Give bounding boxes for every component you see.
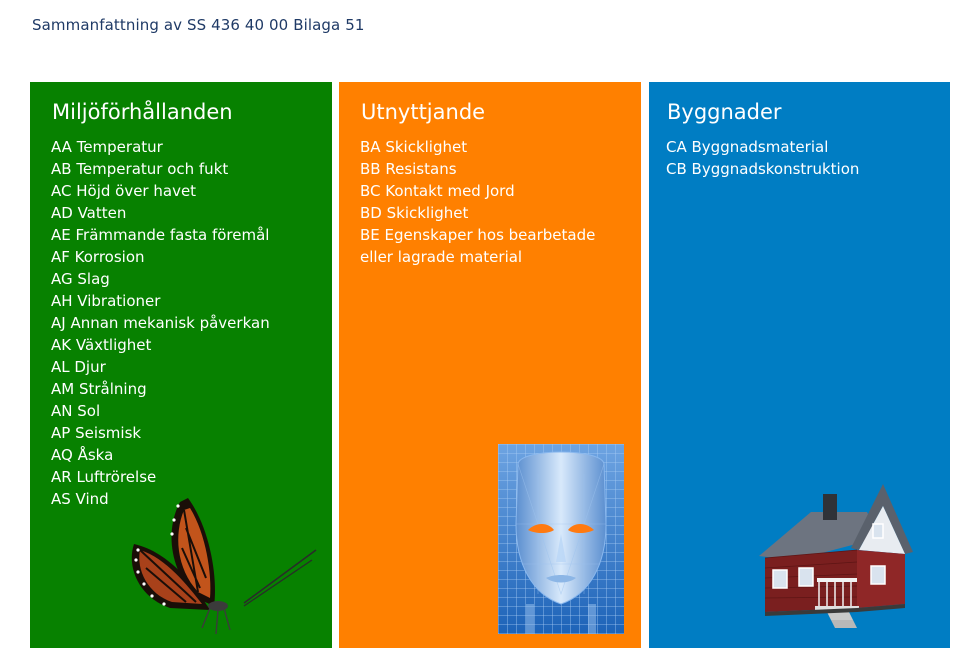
list-item: AA Temperatur [51, 138, 163, 156]
list-item: AH Vibrationer [51, 292, 161, 310]
list-item: AE Främmande fasta föremål [51, 226, 270, 244]
page-title: Sammanfattning av SS 436 40 00 Bilaga 51 [32, 16, 365, 34]
butterfly-illustration [131, 498, 317, 635]
list-item: BC Kontakt med Jord [360, 182, 515, 200]
panel-heading: Miljöförhållanden [52, 100, 233, 124]
list-item: AB Temperatur och fukt [51, 160, 229, 178]
list-item: BA Skicklighet [360, 138, 468, 156]
list-item: AD Vatten [51, 204, 127, 222]
list-item: AG Slag [51, 270, 110, 288]
list-item: AF Korrosion [51, 248, 145, 266]
panel-heading: Utnyttjande [361, 100, 486, 124]
panel-byggnader: Byggnader CA Byggnadsmaterial CB Byggnad… [649, 82, 950, 648]
list-item: BB Resistans [360, 160, 457, 178]
list-item: CA Byggnadsmaterial [666, 138, 829, 156]
item-list: CA Byggnadsmaterial CB Byggnadskonstrukt… [666, 136, 940, 180]
list-item: AK Växtlighet [51, 336, 152, 354]
house-illustration [759, 484, 913, 628]
panel-heading: Byggnader [667, 100, 782, 124]
list-item: AJ Annan mekanisk påverkan [51, 314, 270, 332]
list-item: AR Luftrörelse [51, 468, 157, 486]
item-list: AA Temperatur AB Temperatur och fukt AC … [51, 136, 322, 510]
list-item: BE Egenskaper hos bearbetade eller lagra… [360, 226, 596, 266]
list-item: AC Höjd över havet [51, 182, 197, 200]
digital-face-illustration [498, 444, 624, 634]
item-list: BA Skicklighet BB Resistans BC Kontakt m… [360, 136, 631, 268]
list-item: CB Byggnadskonstruktion [666, 160, 860, 178]
list-item: AN Sol [51, 402, 101, 420]
panel-miljoforhallanden: Miljöförhållanden AA Temperatur AB Tempe… [30, 82, 332, 648]
list-item: AP Seismisk [51, 424, 142, 442]
list-item: BD Skicklighet [360, 204, 469, 222]
panel-utnyttjande: Utnyttjande BA Skicklighet BB Resistans … [339, 82, 641, 648]
list-item: AQ Åska [51, 446, 114, 464]
list-item: AM Strålning [51, 380, 147, 398]
list-item: AL Djur [51, 358, 106, 376]
